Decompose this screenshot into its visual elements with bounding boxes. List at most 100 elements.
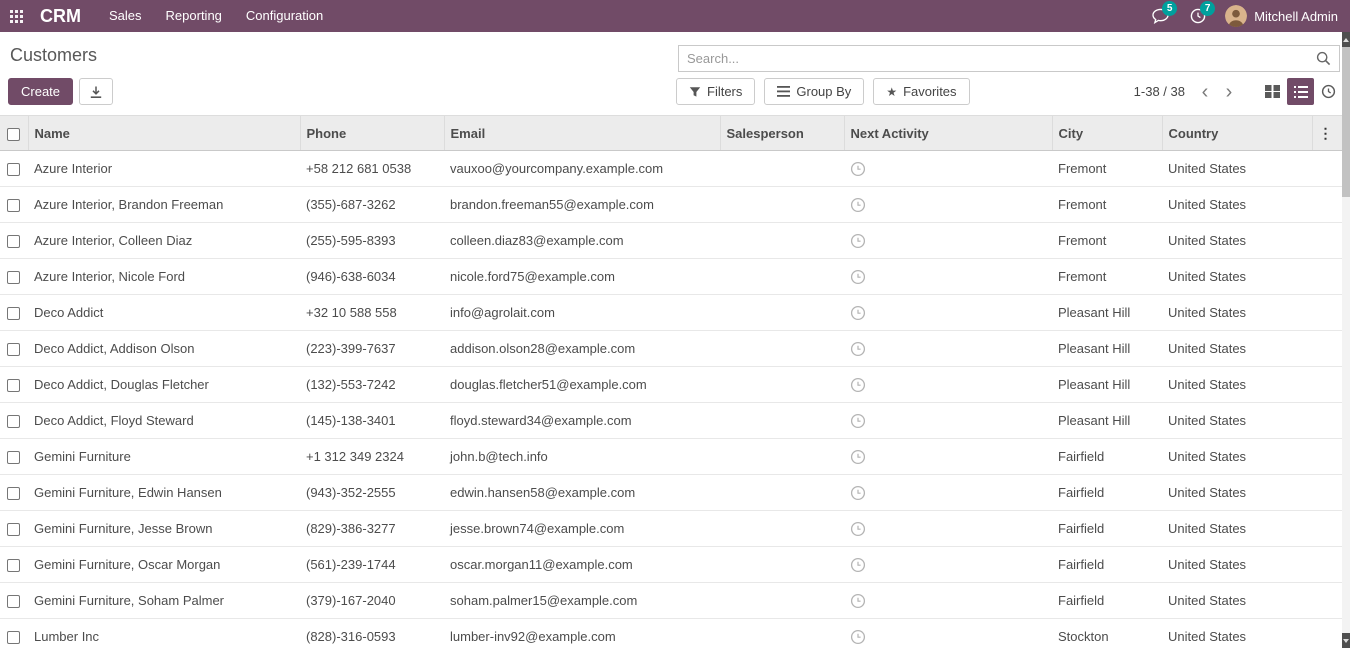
cell-next-activity[interactable] [844,187,1052,223]
table-row[interactable]: Azure Interior, Colleen Diaz (255)-595-8… [0,223,1342,259]
cell-name[interactable]: Deco Addict, Floyd Steward [28,403,300,439]
cell-email[interactable]: jesse.brown74@example.com [444,511,720,547]
cell-name[interactable]: Gemini Furniture, Jesse Brown [28,511,300,547]
cell-name[interactable]: Deco Addict, Douglas Fletcher [28,367,300,403]
cell-country[interactable]: United States [1162,151,1312,187]
cell-next-activity[interactable] [844,331,1052,367]
cell-name[interactable]: Deco Addict, Addison Olson [28,331,300,367]
table-row[interactable]: Gemini Furniture +1 312 349 2324 john.b@… [0,439,1342,475]
cell-salesperson[interactable] [720,547,844,583]
row-checkbox[interactable] [7,523,20,536]
cell-phone[interactable]: +58 212 681 0538 [300,151,444,187]
table-row[interactable]: Lumber Inc (828)-316-0593 lumber-inv92@e… [0,619,1342,648]
cell-city[interactable]: Fremont [1052,187,1162,223]
scroll-down-button[interactable] [1342,633,1350,648]
cell-phone[interactable]: (255)-595-8393 [300,223,444,259]
table-row[interactable]: Azure Interior +58 212 681 0538 vauxoo@y… [0,151,1342,187]
cell-phone[interactable]: (946)-638-6034 [300,259,444,295]
cell-next-activity[interactable] [844,619,1052,648]
table-row[interactable]: Gemini Furniture, Oscar Morgan (561)-239… [0,547,1342,583]
search-icon[interactable] [1308,51,1339,66]
cell-country[interactable]: United States [1162,403,1312,439]
row-select-cell[interactable] [0,619,28,648]
row-checkbox[interactable] [7,379,20,392]
row-select-cell[interactable] [0,439,28,475]
row-select-cell[interactable] [0,367,28,403]
pager-next-button[interactable]: › [1217,78,1241,105]
user-menu[interactable]: Mitchell Admin [1225,5,1338,27]
column-header-country[interactable]: Country [1162,116,1312,151]
group-by-button[interactable]: Group By [764,78,864,105]
cell-next-activity[interactable] [844,439,1052,475]
cell-next-activity[interactable] [844,511,1052,547]
next-activity-clock-icon[interactable] [850,593,866,609]
cell-salesperson[interactable] [720,151,844,187]
row-select-cell[interactable] [0,295,28,331]
cell-phone[interactable]: (943)-352-2555 [300,475,444,511]
next-activity-clock-icon[interactable] [850,341,866,357]
cell-name[interactable]: Gemini Furniture, Soham Palmer [28,583,300,619]
cell-city[interactable]: Fremont [1052,151,1162,187]
cell-phone[interactable]: +32 10 588 558 [300,295,444,331]
pager-previous-button[interactable]: ‹ [1193,78,1217,105]
row-checkbox[interactable] [7,559,20,572]
cell-email[interactable]: vauxoo@yourcompany.example.com [444,151,720,187]
row-select-cell[interactable] [0,187,28,223]
cell-city[interactable]: Fairfield [1052,511,1162,547]
table-row[interactable]: Gemini Furniture, Edwin Hansen (943)-352… [0,475,1342,511]
table-row[interactable]: Azure Interior, Brandon Freeman (355)-68… [0,187,1342,223]
row-select-cell[interactable] [0,151,28,187]
cell-email[interactable]: colleen.diaz83@example.com [444,223,720,259]
cell-phone[interactable]: (829)-386-3277 [300,511,444,547]
row-select-cell[interactable] [0,583,28,619]
cell-country[interactable]: United States [1162,619,1312,648]
cell-phone[interactable]: (145)-138-3401 [300,403,444,439]
cell-city[interactable]: Pleasant Hill [1052,367,1162,403]
favorites-button[interactable]: ★ Favorites [873,78,969,105]
cell-salesperson[interactable] [720,475,844,511]
row-select-cell[interactable] [0,331,28,367]
cell-name[interactable]: Gemini Furniture [28,439,300,475]
cell-phone[interactable]: +1 312 349 2324 [300,439,444,475]
select-all-header[interactable] [0,116,28,151]
cell-phone[interactable]: (561)-239-1744 [300,547,444,583]
apps-menu-button[interactable] [0,0,32,32]
column-header-name[interactable]: Name [28,116,300,151]
scrollbar-thumb[interactable] [1342,47,1350,197]
select-all-checkbox[interactable] [7,128,20,141]
activity-view-button[interactable] [1315,78,1342,105]
cell-name[interactable]: Azure Interior, Brandon Freeman [28,187,300,223]
next-activity-clock-icon[interactable] [850,629,866,645]
scroll-up-button[interactable] [1342,32,1350,47]
cell-email[interactable]: john.b@tech.info [444,439,720,475]
row-select-cell[interactable] [0,547,28,583]
row-checkbox[interactable] [7,415,20,428]
next-activity-clock-icon[interactable] [850,413,866,429]
cell-email[interactable]: lumber-inv92@example.com [444,619,720,648]
messages-button[interactable]: 5 [1141,0,1179,32]
cell-name[interactable]: Lumber Inc [28,619,300,648]
table-row[interactable]: Deco Addict, Douglas Fletcher (132)-553-… [0,367,1342,403]
row-select-cell[interactable] [0,511,28,547]
row-checkbox[interactable] [7,343,20,356]
column-header-next-activity[interactable]: Next Activity [844,116,1052,151]
cell-name[interactable]: Azure Interior, Colleen Diaz [28,223,300,259]
column-header-phone[interactable]: Phone [300,116,444,151]
next-activity-clock-icon[interactable] [850,557,866,573]
kanban-view-button[interactable] [1259,78,1286,105]
column-options-toggle[interactable]: ⋮ [1312,116,1342,151]
cell-email[interactable]: nicole.ford75@example.com [444,259,720,295]
cell-salesperson[interactable] [720,619,844,648]
cell-salesperson[interactable] [720,403,844,439]
cell-name[interactable]: Gemini Furniture, Edwin Hansen [28,475,300,511]
cell-country[interactable]: United States [1162,295,1312,331]
next-activity-clock-icon[interactable] [850,161,866,177]
cell-name[interactable]: Gemini Furniture, Oscar Morgan [28,547,300,583]
cell-email[interactable]: addison.olson28@example.com [444,331,720,367]
next-activity-clock-icon[interactable] [850,269,866,285]
cell-salesperson[interactable] [720,439,844,475]
row-checkbox[interactable] [7,631,20,644]
cell-next-activity[interactable] [844,367,1052,403]
cell-country[interactable]: United States [1162,259,1312,295]
cell-salesperson[interactable] [720,187,844,223]
